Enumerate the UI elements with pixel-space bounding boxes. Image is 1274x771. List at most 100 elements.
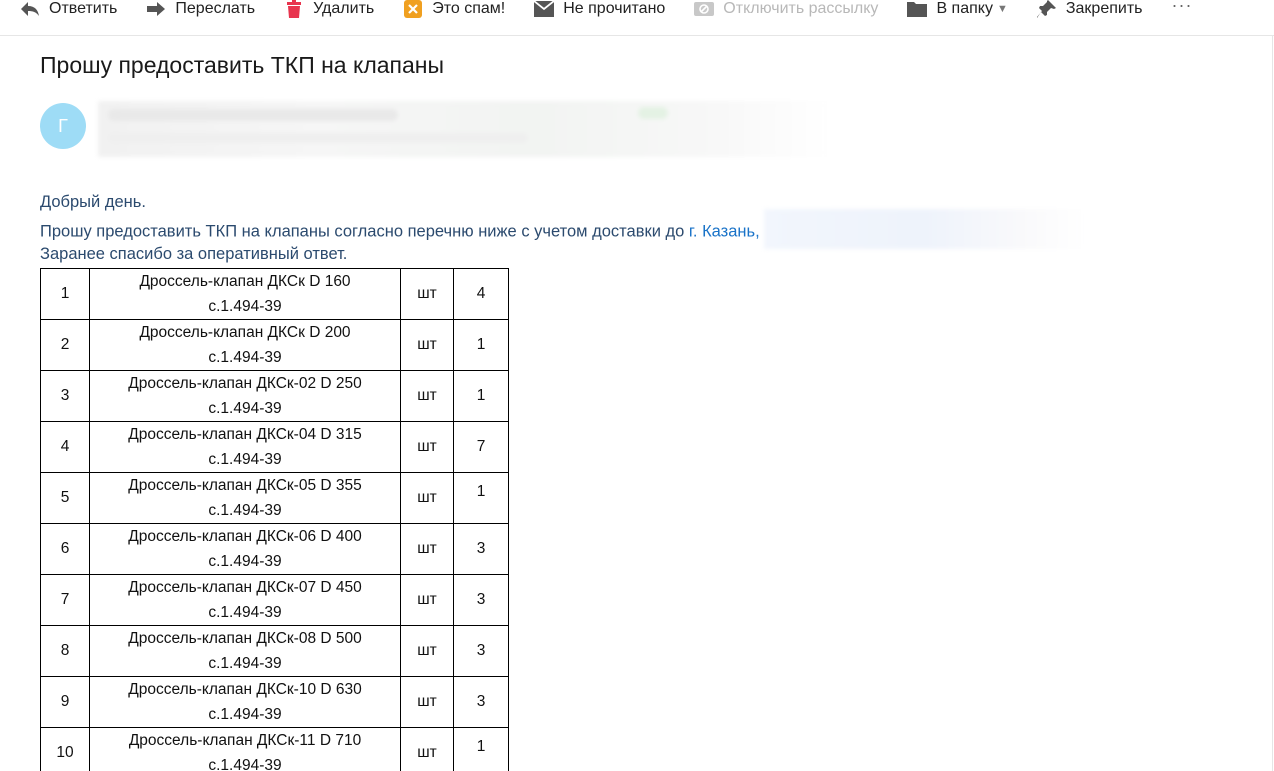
row-number: 4 [40, 421, 90, 473]
table-row: 6 Дроссель-клапан ДКСк-06 D 400 с.1.494-39… [40, 523, 509, 575]
scroll-edge [1272, 36, 1273, 771]
item-name-cell: Дроссель-клапан ДКСк D 200 с.1.494-39 [89, 319, 401, 371]
row-number: 6 [40, 523, 90, 575]
item-name-cell: Дроссель-клапан ДКСк-04 D 315 с.1.494-39 [89, 421, 401, 473]
table-row: 4 Дроссель-клапан ДКСк-04 D 315 с.1.494-39… [40, 421, 509, 473]
forward-button[interactable]: Переслать [146, 0, 255, 18]
row-number: 10 [40, 727, 90, 771]
item-unit: шт [400, 319, 454, 371]
item-code: с.1.494-39 [208, 349, 282, 366]
delete-button[interactable]: Удалить [284, 0, 374, 18]
chevron-down-icon: ▼ [996, 3, 1008, 15]
reply-icon [20, 0, 40, 18]
table-row: 10 Дроссель-клапан ДКСк-11 D 710 с.1.494-3… [40, 727, 509, 771]
item-name-cell: Дроссель-клапан ДКСк-08 D 500 с.1.494-39 [89, 625, 401, 677]
item-name: Дроссель-клапан ДКСк-10 D 630 [128, 681, 362, 698]
item-quantity: 1 [453, 472, 509, 524]
pin-label: Закрепить [1065, 0, 1143, 17]
item-quantity: 3 [453, 523, 509, 575]
item-name: Дроссель-клапан ДКСк-06 D 400 [128, 528, 362, 545]
row-number: 2 [40, 319, 90, 371]
more-actions-button[interactable]: ··· [1171, 0, 1193, 15]
unsubscribe-button[interactable]: Отключить рассылку [694, 0, 878, 18]
more-icon: ··· [1171, 0, 1193, 15]
move-to-folder-button[interactable]: В папку ▼ [907, 0, 1008, 18]
item-unit: шт [400, 523, 454, 575]
item-name-cell: Дроссель-клапан ДКСк-07 D 450 с.1.494-39 [89, 574, 401, 626]
item-name: Дроссель-клапан ДКСк-08 D 500 [128, 630, 362, 647]
items-table: 1 Дроссель-клапан ДКСк D 160 с.1.494-39 шт 4… [40, 268, 509, 771]
item-quantity: 3 [453, 625, 509, 677]
message-toolbar: Ответить Переслать Удалить Это спам! Не … [0, 0, 1274, 36]
forward-label: Переслать [175, 0, 256, 17]
item-quantity: 3 [453, 574, 509, 626]
pin-button[interactable]: Закрепить [1036, 0, 1143, 18]
item-unit: шт [400, 268, 454, 320]
message-subject: Прошу предоставить ТКП на клапаны [40, 52, 445, 78]
row-number: 9 [40, 676, 90, 728]
item-name: Дроссель-клапан ДКСк-04 D 315 [128, 426, 362, 443]
item-unit: шт [400, 370, 454, 422]
table-row: 3 Дроссель-клапан ДКСк-02 D 250 с.1.494-39… [40, 370, 509, 422]
sender-initial: Г [58, 115, 68, 136]
item-unit: шт [400, 625, 454, 677]
item-name: Дроссель-клапан ДКСк D 200 [139, 324, 351, 341]
sender-avatar[interactable]: Г [40, 103, 86, 149]
item-code: с.1.494-39 [208, 400, 282, 417]
item-name: Дроссель-клапан ДКСк-07 D 450 [128, 579, 362, 596]
spam-icon [403, 0, 423, 18]
reply-button[interactable]: Ответить [20, 0, 117, 18]
reply-label: Ответить [49, 0, 118, 17]
forward-icon [146, 0, 166, 18]
envelope-icon [534, 0, 555, 18]
mark-unread-label: Не прочитано [563, 0, 666, 17]
row-number: 1 [40, 268, 90, 320]
item-name-cell: Дроссель-клапан ДКСк-02 D 250 с.1.494-39 [89, 370, 401, 422]
item-quantity: 7 [453, 421, 509, 473]
item-name: Дроссель-клапан ДКСк-02 D 250 [128, 375, 362, 392]
item-code: с.1.494-39 [208, 451, 282, 468]
folder-icon [907, 0, 928, 18]
row-number: 7 [40, 574, 90, 626]
item-unit: шт [400, 676, 454, 728]
request-text: Прошу предоставить ТКП на клапаны соглас… [40, 222, 689, 241]
item-name-cell: Дроссель-клапан ДКСк-06 D 400 с.1.494-39 [89, 523, 401, 575]
row-number: 3 [40, 370, 90, 422]
item-code: с.1.494-39 [208, 706, 282, 723]
table-row: 1 Дроссель-клапан ДКСк D 160 с.1.494-39 шт 4 [40, 268, 509, 320]
mark-unread-button[interactable]: Не прочитано [534, 0, 665, 18]
trash-icon [284, 0, 304, 18]
item-unit: шт [400, 727, 454, 771]
item-code: с.1.494-39 [208, 604, 282, 621]
table-row: 2 Дроссель-клапан ДКСк D 200 с.1.494-39 шт 1 [40, 319, 509, 371]
item-quantity: 4 [453, 268, 509, 320]
row-number: 8 [40, 625, 90, 677]
item-code: с.1.494-39 [208, 553, 282, 570]
item-quantity: 1 [453, 727, 509, 771]
spam-label: Это спам! [432, 0, 506, 17]
item-unit: шт [400, 472, 454, 524]
item-code: с.1.494-39 [208, 655, 282, 672]
delete-label: Удалить [313, 0, 375, 17]
item-name-cell: Дроссель-клапан ДКСк-10 D 630 с.1.494-39 [89, 676, 401, 728]
message-body: Добрый день. Прошу предоставить ТКП на к… [40, 189, 1084, 267]
table-row: 5 Дроссель-клапан ДКСк-05 D 355 с.1.494-39… [40, 472, 509, 524]
item-unit: шт [400, 574, 454, 626]
item-quantity: 1 [453, 319, 509, 371]
sender-info-redacted [98, 101, 830, 157]
pin-icon [1036, 0, 1057, 18]
item-name: Дроссель-клапан ДКСк D 160 [139, 273, 351, 290]
city-link[interactable]: г. Казань, [689, 222, 760, 240]
table-row: 7 Дроссель-клапан ДКСк-07 D 450 с.1.494-39… [40, 574, 509, 626]
item-name-cell: Дроссель-клапан ДКСк-05 D 355 с.1.494-39 [89, 472, 401, 524]
mail-message-view: Ответить Переслать Удалить Это спам! Не … [0, 0, 1274, 771]
item-name-cell: Дроссель-клапан ДКСк D 160 с.1.494-39 [89, 268, 401, 320]
item-code: с.1.494-39 [208, 298, 282, 315]
spam-button[interactable]: Это спам! [403, 0, 505, 18]
unsubscribe-label: Отключить рассылку [723, 0, 879, 17]
row-number: 5 [40, 472, 90, 524]
request-line: Прошу предоставить ТКП на клапаны соглас… [40, 209, 1084, 249]
item-name: Дроссель-клапан ДКСк-05 D 355 [128, 477, 362, 494]
table-row: 9 Дроссель-клапан ДКСк-10 D 630 с.1.494-39… [40, 676, 509, 728]
item-code: с.1.494-39 [208, 757, 282, 771]
